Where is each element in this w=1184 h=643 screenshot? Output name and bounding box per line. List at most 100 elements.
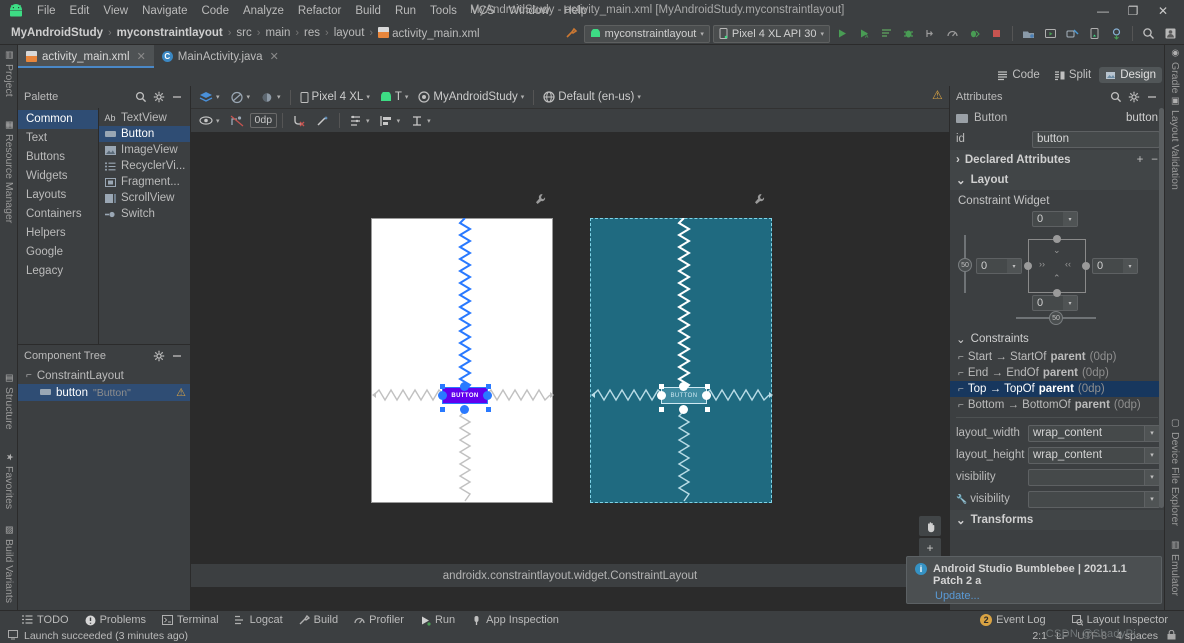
gear-icon[interactable] (1125, 88, 1143, 106)
build-hammer-icon[interactable] (562, 24, 581, 43)
add-attribute-button[interactable]: + (1137, 154, 1144, 166)
profiler-icon[interactable] (943, 24, 962, 43)
zoom-in-button[interactable]: + (919, 538, 941, 558)
layout-canvas[interactable]: BUTTON BUTTON + (191, 133, 949, 610)
resize-handle-top[interactable] (460, 382, 469, 391)
debug-attach-android-icon[interactable] (965, 24, 984, 43)
section-declared-attributes[interactable]: › Declared Attributes + − (950, 150, 1164, 170)
view-mode-design[interactable]: Design (1099, 67, 1162, 83)
breadcrumb[interactable]: MyAndroidStudy › myconstraintlayout › sr… (0, 26, 483, 40)
chevron-down-icon[interactable]: ▾ (1144, 425, 1159, 441)
end-anchor-dot[interactable] (1082, 262, 1090, 270)
tool-window-event-log[interactable]: 2 Event Log (972, 614, 1054, 626)
apply-changes-icon[interactable] (877, 24, 896, 43)
tab-close-icon[interactable]: ✕ (137, 50, 146, 63)
clear-constraints-button[interactable] (288, 111, 310, 130)
stop-button[interactable] (987, 24, 1006, 43)
tree-node-constraintlayout[interactable]: ⌐ ConstraintLayout (18, 367, 190, 384)
infer-constraints-button[interactable] (312, 111, 334, 130)
menu-run[interactable]: Run (388, 3, 423, 19)
top-margin-field[interactable]: 0 ▾ (1032, 211, 1078, 227)
corner-handle-bl[interactable] (440, 407, 445, 412)
sync-gradle-icon[interactable] (1107, 24, 1126, 43)
menu-navigate[interactable]: Navigate (135, 3, 194, 19)
canvas-warning-icon[interactable]: ⚠ (932, 88, 943, 102)
attach-debugger-icon[interactable] (921, 24, 940, 43)
height-mode-chevron-up-icon[interactable]: ⌃ (1053, 273, 1061, 284)
layout-height-select[interactable]: wrap_content ▾ (1028, 446, 1160, 464)
rail-button-device-file-explorer[interactable]: ▢ Device File Explorer (1165, 415, 1184, 530)
rail-button-structure[interactable]: ▥ Structure (0, 370, 18, 434)
menu-view[interactable]: View (96, 3, 135, 19)
end-margin-field[interactable]: 0 ▾ (1092, 258, 1138, 274)
menu-tools[interactable]: Tools (423, 3, 464, 19)
section-constraints[interactable]: ⌄ Constraints (950, 329, 1164, 349)
palette-item-switch[interactable]: Switch (99, 206, 190, 222)
visibility-select[interactable]: ▾ (1028, 468, 1160, 486)
chevron-down-icon[interactable]: ▾ (1144, 447, 1159, 463)
tools-visibility-select[interactable]: ▾ (1028, 490, 1160, 508)
sdk-manager-icon[interactable] (1019, 24, 1038, 43)
maximize-button[interactable]: ❐ (1118, 0, 1148, 22)
tab-activity-main-xml[interactable]: activity_main.xml ✕ (18, 45, 154, 68)
constraint-top-to-top[interactable]: ⌐ Top → TopOf parent (0dp) (950, 381, 1164, 397)
resize-handle-right-bp[interactable] (702, 391, 711, 400)
breadcrumb-project[interactable]: MyAndroidStudy (8, 27, 106, 39)
section-layout[interactable]: ⌄ Layout (950, 170, 1164, 190)
width-mode-chevron-left-icon[interactable]: ‹‹ (1065, 259, 1071, 269)
top-anchor-dot[interactable] (1053, 235, 1061, 243)
palette-category-text[interactable]: Text (18, 129, 98, 148)
tool-window-todo[interactable]: TODO (14, 614, 77, 626)
tool-window-app-inspection[interactable]: App Inspection (463, 614, 567, 626)
constraint-end-to-end[interactable]: ⌐ End → EndOf parent (0dp) (950, 365, 1164, 381)
autoconnect-button[interactable] (226, 111, 248, 130)
tool-window-run[interactable]: Run (412, 614, 463, 626)
chevron-down-icon[interactable]: ▾ (1007, 259, 1021, 273)
corner-handle-br-bp[interactable] (705, 407, 710, 412)
tool-window-layout-inspector[interactable]: Layout Inspector (1064, 614, 1176, 626)
rail-button-resource-manager[interactable]: ▦ Resource Manager (0, 117, 18, 227)
device-config-button[interactable]: Pixel 4 XL ▾ (296, 88, 374, 107)
menu-refactor[interactable]: Refactor (291, 3, 348, 19)
menu-build[interactable]: Build (348, 3, 388, 19)
corner-handle-tr-bp[interactable] (705, 384, 710, 389)
window-controls[interactable]: — ❐ ✕ (1088, 0, 1178, 22)
theme-button[interactable]: MyAndroidStudy ▾ (414, 88, 528, 107)
tab-close-icon[interactable]: ✕ (270, 50, 279, 63)
chevron-down-icon[interactable]: ▾ (1123, 259, 1137, 273)
default-margin-button[interactable]: 0dp (249, 113, 278, 128)
view-options-button[interactable]: ▾ (195, 111, 224, 130)
align-button[interactable]: ▾ (376, 111, 405, 130)
breadcrumb-layout[interactable]: layout (331, 27, 368, 39)
close-button[interactable]: ✕ (1148, 0, 1178, 22)
resize-handle-bottom-bp[interactable] (679, 405, 688, 414)
orientation-button[interactable]: ▾ (226, 88, 255, 107)
corner-handle-br[interactable] (486, 407, 491, 412)
device-preview-design[interactable]: BUTTON (371, 194, 554, 503)
warning-icon[interactable]: ⚠ (176, 386, 186, 399)
palette-category-common[interactable]: Common (18, 110, 98, 129)
resize-handle-bottom[interactable] (460, 405, 469, 414)
rail-button-project[interactable]: ▤ Project (0, 47, 18, 101)
avd-manager-icon[interactable] (1041, 24, 1060, 43)
tool-window-profiler[interactable]: Profiler (346, 614, 412, 626)
horizontal-bias-knob[interactable]: 50 (1049, 311, 1063, 325)
api-version-button[interactable]: T ▾ (376, 88, 413, 107)
rail-button-build-variants[interactable]: ▧ Build Variants (0, 522, 18, 607)
section-transforms[interactable]: ⌄ Transforms (950, 510, 1164, 530)
tool-window-build[interactable]: Build (291, 614, 346, 626)
menu-analyze[interactable]: Analyze (236, 3, 291, 19)
remove-attribute-button[interactable]: − (1151, 154, 1158, 166)
wrench-icon[interactable] (754, 193, 765, 209)
palette-category-legacy[interactable]: Legacy (18, 262, 98, 281)
lock-icon[interactable] (1167, 629, 1176, 643)
minimize-icon[interactable] (1143, 88, 1161, 106)
search-icon[interactable] (132, 88, 150, 106)
constraint-bottom-to-bottom[interactable]: ⌐ Bottom → BottomOf parent (0dp) (950, 397, 1164, 413)
id-input[interactable]: button (1032, 130, 1160, 148)
breadcrumb-module[interactable]: myconstraintlayout (114, 27, 226, 39)
width-mode-chevron-right-icon[interactable]: ›› (1039, 259, 1045, 269)
design-mode-button[interactable]: ▾ (195, 88, 224, 107)
chevron-down-icon[interactable]: ▾ (1144, 469, 1159, 485)
baseline-button[interactable]: ▾ (406, 111, 435, 130)
